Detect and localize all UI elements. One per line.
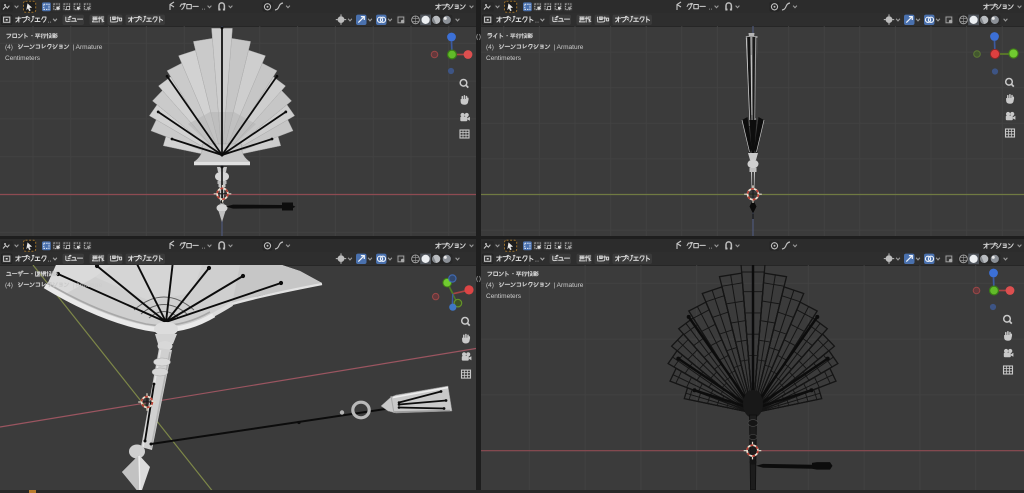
svg-text:(4): (4) bbox=[486, 282, 494, 289]
svg-text:Centimeters: Centimeters bbox=[486, 55, 522, 62]
svg-text:..: .. bbox=[535, 255, 539, 264]
svg-text:(4): (4) bbox=[5, 282, 13, 289]
svg-text:..: .. bbox=[709, 242, 713, 251]
svg-text:| Armature: | Armature bbox=[73, 282, 103, 289]
svg-text:..: .. bbox=[48, 255, 52, 264]
svg-text:(4): (4) bbox=[486, 44, 494, 51]
svg-text:..: .. bbox=[535, 16, 539, 25]
svg-text:Centimeters: Centimeters bbox=[5, 55, 41, 62]
svg-text:..: .. bbox=[48, 16, 52, 25]
svg-text:..: .. bbox=[202, 3, 206, 12]
svg-text:Centimeters: Centimeters bbox=[486, 293, 522, 300]
svg-text:| Armature: | Armature bbox=[554, 282, 584, 289]
svg-text:| Armature: | Armature bbox=[554, 44, 584, 51]
svg-text:..: .. bbox=[202, 242, 206, 251]
svg-text:| Armature: | Armature bbox=[73, 44, 103, 51]
svg-text:..: .. bbox=[709, 3, 713, 12]
svg-text:(4): (4) bbox=[5, 44, 13, 51]
